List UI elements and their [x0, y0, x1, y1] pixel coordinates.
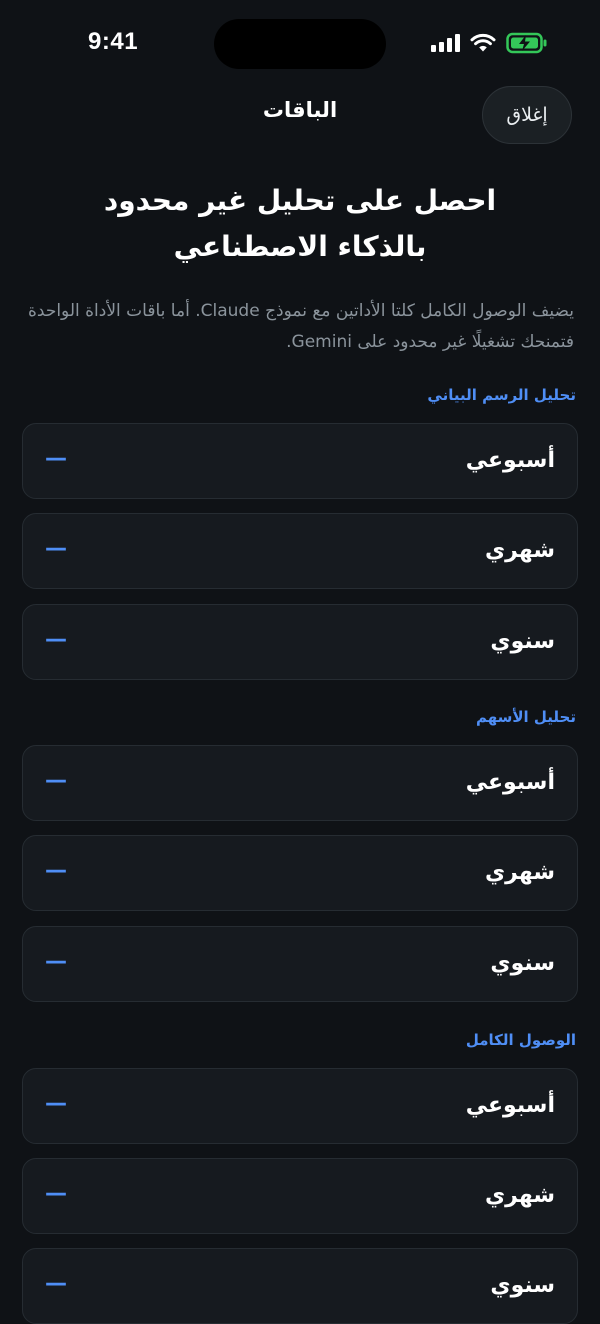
plan-price: —	[45, 536, 67, 561]
section-label-chart-analysis: تحليل الرسم البياني	[427, 386, 576, 404]
plan-card-stocks-weekly[interactable]: أسبوعي —	[22, 745, 578, 821]
plan-name: شهري	[484, 1183, 555, 1208]
plan-price: —	[45, 627, 67, 652]
plan-card-chart-monthly[interactable]: شهري —	[22, 513, 578, 589]
plan-card-full-yearly[interactable]: سنوي —	[22, 1248, 578, 1324]
hero-title-line-2: بالذكاء الاصطناعي	[173, 230, 427, 263]
section-label-stock-analysis: تحليل الأسهم	[475, 708, 576, 726]
plan-name: شهري	[484, 538, 555, 563]
cellular-signal-icon	[431, 34, 460, 52]
plan-price: —	[45, 1091, 67, 1116]
page-title: الباقات	[262, 98, 338, 122]
status-time: 9:41	[88, 28, 139, 55]
plan-price: —	[45, 949, 67, 974]
system-icons	[431, 32, 548, 54]
plan-name: سنوي	[490, 951, 555, 976]
hero-title-line-1: احصل على تحليل غير محدود	[103, 184, 497, 217]
plan-card-stocks-monthly[interactable]: شهري —	[22, 835, 578, 911]
plan-card-full-weekly[interactable]: أسبوعي —	[22, 1068, 578, 1144]
plan-price: —	[45, 1271, 67, 1296]
plan-name: شهري	[484, 860, 555, 885]
plan-name: أسبوعي	[465, 770, 555, 795]
battery-charging-icon	[506, 32, 547, 54]
status-bar: 9:41	[0, 0, 600, 88]
plan-name: سنوي	[490, 1273, 555, 1298]
plan-price: —	[45, 768, 67, 793]
plan-name: أسبوعي	[465, 1093, 555, 1118]
close-button[interactable]: إغلاق	[482, 86, 572, 144]
plan-card-stocks-yearly[interactable]: سنوي —	[22, 926, 578, 1002]
plan-card-chart-weekly[interactable]: أسبوعي —	[22, 423, 578, 499]
plan-price: —	[45, 446, 67, 471]
dynamic-island	[214, 19, 386, 69]
plan-card-chart-yearly[interactable]: سنوي —	[22, 604, 578, 680]
plan-price: —	[45, 858, 67, 883]
plan-name: أسبوعي	[465, 448, 555, 473]
plan-card-full-monthly[interactable]: شهري —	[22, 1158, 578, 1234]
hero-description: يضيف الوصول الكامل كلتا الأداتين مع نموذ…	[28, 301, 574, 352]
plan-name: سنوي	[490, 629, 555, 654]
wifi-icon	[470, 33, 496, 52]
hero-title: احصل على تحليل غير محدود بالذكاء الاصطنا…	[60, 178, 540, 270]
section-label-full-access: الوصول الكامل	[465, 1031, 576, 1049]
plan-price: —	[45, 1181, 67, 1206]
